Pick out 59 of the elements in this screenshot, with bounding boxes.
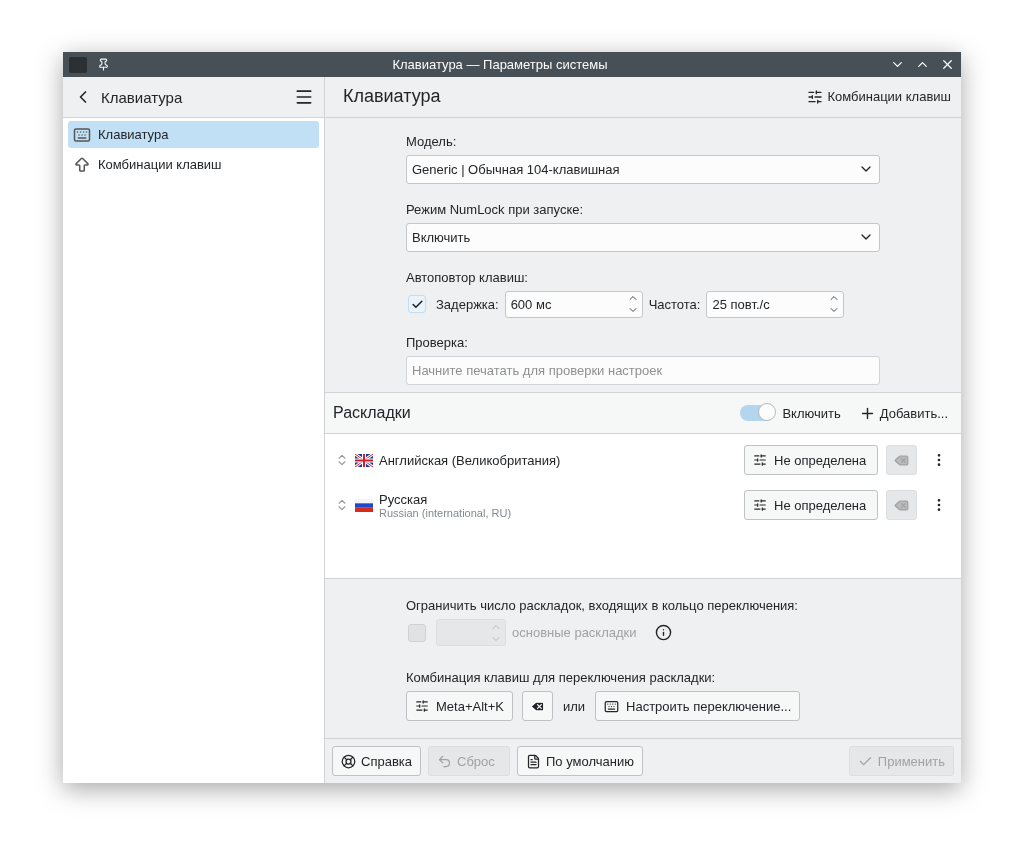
shortcut-button[interactable]: Не определена: [744, 445, 878, 476]
delay-label: Задержка:: [436, 296, 499, 312]
backspace-icon: [894, 452, 909, 468]
rate-spinbox[interactable]: 25 повт./с: [706, 290, 845, 318]
page-title: Клавиатура: [342, 86, 442, 108]
sidebar-title: Клавиатура: [101, 88, 184, 106]
layout-name: Русская: [379, 491, 429, 507]
add-button[interactable]: Добавить...: [858, 404, 948, 422]
sidebar-item[interactable]: Клавиатура: [68, 121, 319, 148]
test-input-field[interactable]: Начните печатать для проверки настроек: [406, 355, 880, 385]
clear-button[interactable]: [521, 691, 553, 722]
document-icon: [526, 753, 541, 769]
section-title: Раскладки: [333, 404, 412, 423]
pin-icon[interactable]: [97, 58, 110, 71]
footer-button[interactable]: По умолчанию: [517, 746, 643, 777]
info-icon[interactable]: [654, 624, 672, 642]
shortcut-button[interactable]: Не определена: [744, 490, 878, 521]
sidebar-item-label: Клавиатура: [98, 127, 169, 142]
rate-label: Частота:: [648, 296, 701, 312]
toggle-label: Включить: [782, 405, 841, 421]
field-label: Ограничить число раскладок, входящих в кольцо переключения:: [406, 598, 799, 614]
or-label: или: [562, 698, 586, 714]
numlock-dropdown[interactable]: Включить: [406, 222, 880, 252]
flag-icon: [355, 498, 373, 512]
spinbox-suffix: основные раскладки: [512, 625, 637, 641]
check-icon: [410, 297, 424, 311]
window-title: Клавиатура — Параметры системы: [391, 57, 609, 72]
field-label: Модель:: [406, 133, 458, 149]
field-label: Комбинация клавиш для переключения раскладки:: [406, 670, 717, 686]
checkbox[interactable]: [408, 295, 426, 314]
flag-icon: [355, 453, 373, 467]
sliders-icon: [807, 88, 824, 105]
menu-icon[interactable]: [294, 87, 314, 107]
configure-button[interactable]: Настроить переключение...: [595, 691, 801, 722]
undo-icon: [437, 753, 452, 769]
sidebar-item-label: Комбинации клавиш: [98, 157, 222, 172]
delay-spinbox[interactable]: 600 мс: [504, 290, 643, 318]
field-label: Автоповтор клавиш:: [406, 269, 529, 285]
sidebar-item[interactable]: Комбинации клавиш: [68, 151, 319, 178]
arrow-up-key-icon: [73, 155, 91, 174]
shortcuts-button[interactable]: Комбинации клавиш: [807, 88, 951, 105]
field-label: Проверка:: [406, 334, 469, 350]
layout-name: Английская (Великобритания): [379, 452, 562, 468]
drag-handle-icon[interactable]: [335, 498, 349, 513]
footer-button[interactable]: Справка: [332, 746, 421, 777]
sliders-icon: [415, 699, 429, 714]
toggle-switch[interactable]: [740, 405, 775, 422]
sliders-icon: [753, 498, 767, 513]
shortcut-button[interactable]: Meta+Alt+K: [406, 691, 513, 722]
close-icon[interactable]: [940, 57, 955, 72]
layout-variant: Russian (international, RU): [379, 506, 513, 519]
sliders-icon: [753, 453, 767, 468]
field-label: Режим NumLock при запуске:: [406, 201, 585, 217]
model-dropdown[interactable]: Generic | Обычная 104-клавишная: [406, 154, 880, 184]
backspace-icon: [894, 497, 909, 513]
keyboard-icon: [73, 125, 91, 144]
lifebuoy-icon: [341, 753, 356, 769]
app-icon: [69, 56, 87, 73]
keyboard-icon: [604, 698, 620, 714]
